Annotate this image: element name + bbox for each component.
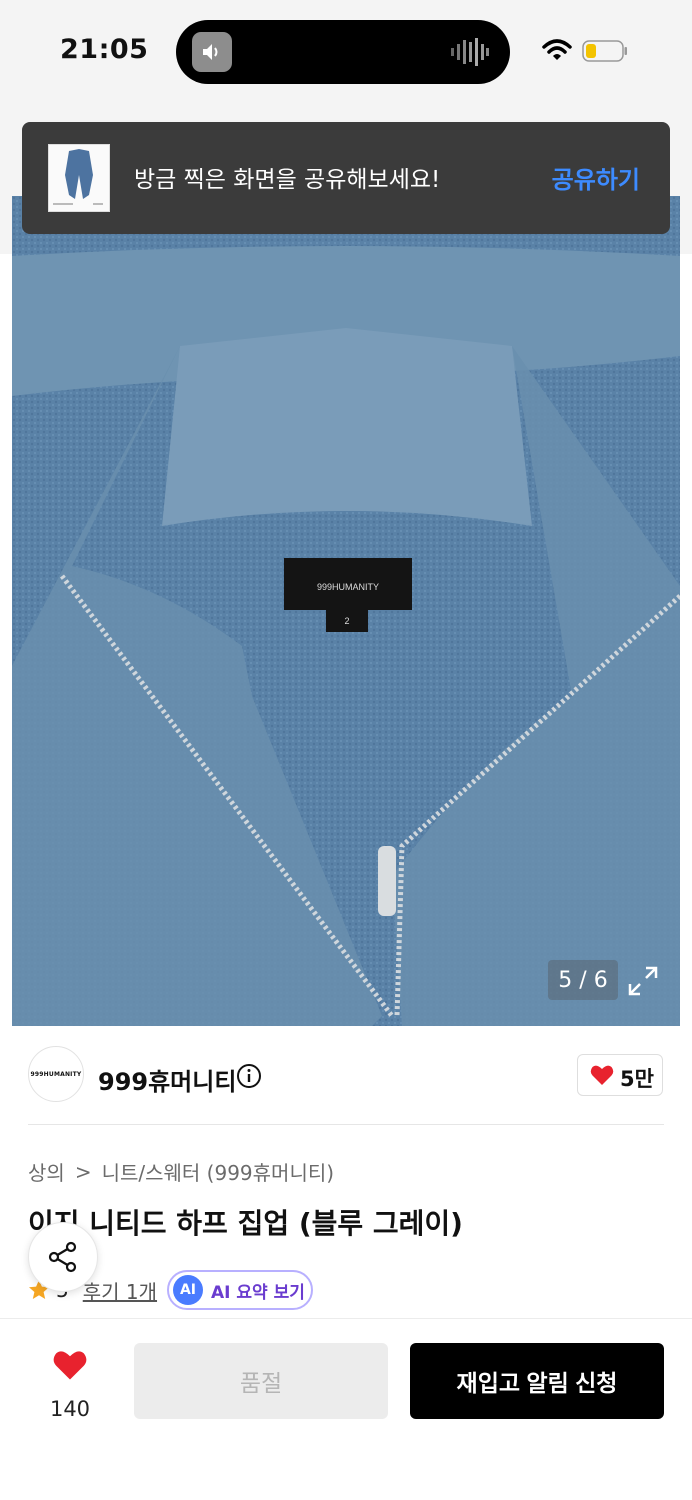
toast-share-button[interactable]: 공유하기 bbox=[552, 160, 640, 195]
status-time: 21:05 bbox=[60, 34, 149, 65]
breadcrumb-subcategory[interactable]: 니트/스웨터 (999휴머니티) bbox=[102, 1157, 334, 1186]
expand-icon[interactable] bbox=[626, 964, 660, 998]
brand-label-text: 999HUMANITY bbox=[317, 582, 379, 592]
product-like-count: 140 bbox=[49, 1397, 91, 1421]
brand-row: 999HUMANITY 999휴머니티 5만 bbox=[0, 1026, 692, 1126]
audio-wave-icon bbox=[451, 38, 489, 66]
battery-icon bbox=[582, 40, 627, 62]
share-button[interactable] bbox=[28, 1222, 98, 1292]
info-icon[interactable] bbox=[236, 1063, 262, 1089]
share-toast: 방금 찍은 화면을 공유해보세요! 공유하기 bbox=[22, 122, 670, 234]
wifi-icon bbox=[542, 39, 572, 60]
brand-like-count: 5만 bbox=[620, 1067, 654, 1091]
ai-summary-label: AI 요약 보기 bbox=[211, 1282, 305, 1303]
restock-alert-button[interactable]: 재입고 알림 신청 bbox=[410, 1343, 664, 1419]
dynamic-island bbox=[176, 20, 510, 84]
brand-name[interactable]: 999휴머니티 bbox=[98, 1062, 236, 1097]
sweater-illustration: 999HUMANITY 2 bbox=[12, 196, 680, 1026]
zipper-pull bbox=[378, 846, 396, 916]
divider bbox=[28, 1124, 664, 1125]
ai-icon: AI bbox=[173, 1275, 203, 1305]
breadcrumb-category[interactable]: 상의 bbox=[28, 1157, 65, 1186]
product-image[interactable]: 999HUMANITY 2 bbox=[12, 196, 680, 1026]
soldout-button[interactable]: 품절 bbox=[134, 1343, 388, 1419]
product-title: 이지 니티드 하프 집업 (블루 그레이) bbox=[28, 1207, 463, 1240]
product-like-button[interactable]: 140 bbox=[38, 1349, 102, 1421]
screenshot-thumbnail[interactable] bbox=[48, 144, 110, 212]
heart-icon bbox=[590, 1065, 614, 1085]
review-link[interactable]: 후기 1개 bbox=[83, 1276, 157, 1305]
chevron-right-icon: > bbox=[74, 1159, 92, 1184]
brand-like-button[interactable]: 5만 bbox=[577, 1054, 663, 1096]
heart-icon bbox=[53, 1351, 87, 1380]
brand-logo[interactable]: 999HUMANITY bbox=[28, 1046, 84, 1102]
gallery-pagination: 5 / 6 bbox=[548, 960, 618, 1000]
bottom-action-bar: 140 품절 재입고 알림 신청 bbox=[0, 1318, 692, 1500]
volume-icon bbox=[192, 32, 232, 72]
toast-message: 방금 찍은 화면을 공유해보세요! bbox=[134, 167, 441, 193]
ai-summary-button[interactable]: AI AI 요약 보기 bbox=[167, 1270, 313, 1310]
breadcrumb: 상의 > 니트/스웨터 (999휴머니티) bbox=[28, 1157, 334, 1186]
share-icon bbox=[48, 1241, 77, 1273]
status-bar: 21:05 bbox=[0, 0, 692, 104]
size-label-text: 2 bbox=[344, 616, 349, 626]
